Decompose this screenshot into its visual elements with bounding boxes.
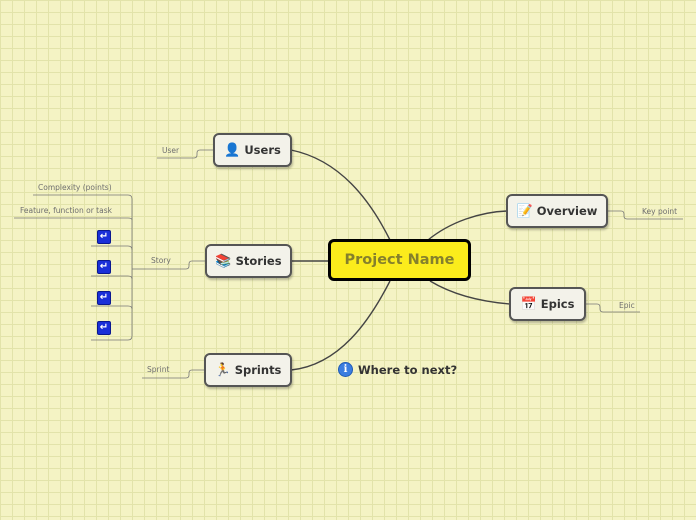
topic-users[interactable]: 👤 Users: [213, 133, 292, 167]
info-icon: i: [338, 362, 353, 377]
connector-task-3: [91, 305, 133, 310]
connector-feature: [14, 217, 133, 221]
books-icon: 📚: [215, 253, 232, 269]
user-icon: 👤: [224, 142, 241, 158]
connector-users: [290, 149, 391, 241]
topic-stories[interactable]: 📚 Stories: [205, 244, 292, 278]
topic-epics-label: Epics: [540, 297, 575, 311]
central-topic[interactable]: Project Name: [328, 239, 471, 281]
task-icon-4[interactable]: ↵: [97, 321, 111, 335]
runner-icon: 🏃: [214, 362, 231, 378]
topic-overview[interactable]: 📝 Overview: [506, 194, 608, 228]
connector-task-2: [91, 275, 133, 280]
connector-overview: [427, 210, 508, 241]
note-key-point[interactable]: Key point: [642, 208, 677, 216]
connector-sprints: [290, 280, 391, 371]
note-epic[interactable]: Epic: [619, 302, 635, 310]
note-complexity[interactable]: Complexity (points): [38, 184, 112, 192]
calendar-icon: 📅: [520, 296, 537, 312]
task-check-icon: ↵: [99, 231, 109, 242]
task-icon-3[interactable]: ↵: [97, 291, 111, 305]
note-user[interactable]: User: [162, 147, 179, 155]
floating-topic-label: Where to next?: [358, 362, 458, 377]
note-feature[interactable]: Feature, function or task: [20, 207, 112, 215]
note-sprint[interactable]: Sprint: [147, 366, 169, 374]
floating-topic[interactable]: i Where to next?: [338, 362, 457, 377]
topic-users-label: Users: [244, 143, 281, 157]
topic-sprints[interactable]: 🏃 Sprints: [204, 353, 292, 387]
topic-sprints-label: Sprints: [234, 363, 282, 377]
connector-task-1: [91, 245, 133, 251]
topic-overview-label: Overview: [536, 204, 598, 218]
central-topic-label: Project Name: [344, 252, 455, 268]
topic-epics[interactable]: 📅 Epics: [509, 287, 586, 321]
topic-stories-label: Stories: [235, 254, 282, 268]
task-check-icon: ↵: [99, 292, 109, 303]
notepad-icon: 📝: [516, 203, 533, 219]
connector-epics: [429, 280, 511, 305]
task-check-icon: ↵: [99, 322, 109, 333]
note-story[interactable]: Story: [151, 257, 171, 265]
task-icon-1[interactable]: ↵: [97, 230, 111, 244]
task-icon-2[interactable]: ↵: [97, 260, 111, 274]
task-check-icon: ↵: [99, 261, 109, 272]
